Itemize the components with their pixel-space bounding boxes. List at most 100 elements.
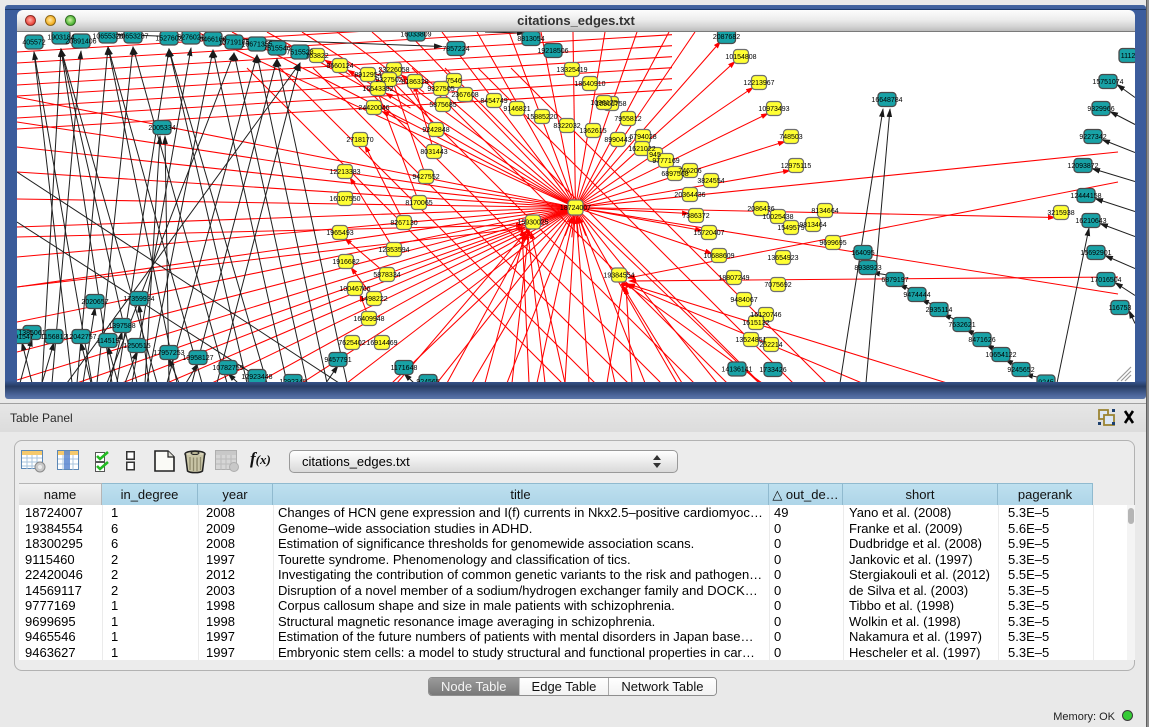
svg-text:6897568: 6897568	[661, 171, 688, 178]
svg-text:16107550: 16107550	[329, 196, 360, 203]
svg-text:16914469: 16914469	[366, 340, 397, 347]
svg-text:2020657: 2020657	[81, 299, 108, 306]
svg-text:1733426: 1733426	[759, 367, 786, 374]
svg-text:405572: 405572	[22, 40, 45, 47]
svg-text:1965493: 1965493	[326, 230, 353, 237]
svg-text:17359934: 17359934	[123, 296, 154, 303]
svg-text:19218506: 19218506	[537, 48, 568, 55]
svg-text:15751074: 15751074	[1092, 79, 1123, 86]
svg-text:14136141: 14136141	[721, 367, 752, 374]
svg-text:9813464: 9813464	[799, 222, 826, 229]
svg-text:2935114: 2935114	[926, 307, 953, 314]
svg-text:12923448: 12923448	[241, 374, 272, 381]
svg-text:9777169: 9777169	[652, 158, 679, 165]
svg-text:1362615: 1362615	[579, 128, 606, 135]
svg-text:18724007: 18724007	[560, 205, 591, 212]
svg-text:15692901: 15692901	[1080, 250, 1111, 257]
svg-text:10782759: 10782759	[212, 365, 243, 372]
svg-text:18807249: 18807249	[718, 275, 749, 282]
svg-text:5875685: 5875685	[429, 102, 456, 109]
svg-text:9227342: 9227342	[1079, 134, 1106, 141]
svg-text:9427552: 9427552	[412, 174, 439, 181]
svg-text:12444158: 12444158	[1070, 193, 1101, 200]
svg-text:7546: 7546	[446, 78, 462, 85]
svg-text:2087682: 2087682	[713, 34, 740, 41]
svg-text:16648784: 16648784	[871, 97, 902, 104]
svg-text:8134664: 8134664	[811, 208, 838, 215]
svg-text:13325419: 13325419	[556, 67, 587, 74]
svg-text:3824554: 3824554	[697, 178, 724, 185]
svg-text:12975115: 12975115	[781, 163, 812, 170]
svg-text:10688609: 10688609	[703, 253, 734, 260]
svg-text:8660124: 8660124	[326, 63, 353, 70]
svg-text:8322032: 8322032	[553, 123, 580, 130]
svg-text:8267130: 8267130	[390, 220, 417, 227]
svg-text:8186328: 8186328	[401, 79, 428, 86]
svg-text:164095: 164095	[851, 250, 874, 257]
svg-text:2367608: 2367608	[451, 92, 478, 99]
svg-text:1498222: 1498222	[360, 296, 387, 303]
svg-text:12213383: 12213383	[329, 169, 360, 176]
svg-text:116753: 116753	[1109, 305, 1132, 312]
svg-text:10154808: 10154808	[725, 54, 756, 61]
svg-text:252214: 252214	[759, 342, 782, 349]
svg-text:7386372: 7386372	[682, 213, 709, 220]
svg-text:8990443: 8990443	[604, 137, 631, 144]
svg-text:1615132: 1615132	[742, 320, 769, 327]
svg-text:9327502: 9327502	[375, 77, 402, 84]
svg-text:1096175: 1096175	[590, 100, 617, 107]
svg-text:1397588: 1397588	[108, 323, 135, 330]
svg-text:9457791: 9457791	[324, 357, 351, 364]
svg-text:7625402: 7625402	[338, 340, 365, 347]
svg-text:5878334: 5878334	[373, 272, 400, 279]
svg-text:391547: 391547	[17, 334, 34, 341]
svg-text:1250515: 1250515	[123, 343, 150, 350]
svg-text:2718170: 2718170	[346, 137, 373, 144]
svg-text:6794028: 6794028	[629, 134, 656, 141]
svg-text:20364436: 20364436	[674, 192, 705, 199]
svg-text:15930025: 15930025	[517, 220, 548, 227]
svg-text:1156812: 1156812	[41, 334, 68, 341]
svg-text:7955812: 7955812	[614, 116, 641, 123]
svg-text:16033809: 16033809	[400, 32, 431, 39]
svg-text:12353594: 12353594	[378, 247, 409, 254]
svg-text:23226058: 23226058	[378, 67, 409, 74]
svg-text:6879197: 6879197	[881, 277, 908, 284]
svg-text:16120746: 16120746	[750, 312, 781, 319]
svg-text:7075692: 7075692	[764, 282, 791, 289]
svg-text:8031443: 8031443	[420, 149, 447, 156]
svg-text:748503: 748503	[779, 134, 802, 141]
svg-text:7632621: 7632621	[948, 322, 975, 329]
svg-text:15885220: 15885220	[526, 114, 557, 121]
svg-text:8813054: 8813054	[517, 36, 544, 43]
svg-text:9699695: 9699695	[819, 240, 846, 247]
svg-text:3215938: 3215938	[1047, 210, 1074, 217]
svg-text:16409948: 16409948	[353, 316, 384, 323]
svg-text:7857224: 7857224	[442, 46, 469, 53]
svg-text:8938923: 8938923	[854, 265, 881, 272]
svg-text:8471626: 8471626	[968, 337, 995, 344]
svg-text:9242848: 9242848	[422, 127, 449, 134]
svg-text:1171648: 1171648	[391, 365, 418, 372]
svg-text:16543382: 16543382	[362, 86, 393, 93]
svg-text:10046766: 10046766	[339, 286, 370, 293]
svg-text:763822: 763822	[305, 53, 328, 60]
svg-text:1916682: 1916682	[332, 259, 359, 266]
svg-text:12042757: 12042757	[65, 334, 96, 341]
svg-text:114519: 114519	[97, 338, 120, 345]
svg-text:10654122: 10654122	[985, 352, 1016, 359]
svg-text:10025438: 10025438	[762, 214, 793, 221]
svg-text:13654923: 13654923	[767, 255, 798, 262]
svg-text:9245: 9245	[1038, 380, 1054, 383]
svg-text:24420046: 24420046	[358, 105, 389, 112]
svg-text:9329966: 9329966	[1087, 106, 1114, 113]
svg-text:9474444: 9474444	[903, 292, 930, 299]
svg-text:924565: 924565	[416, 379, 439, 382]
svg-text:10973493: 10973493	[758, 106, 789, 113]
svg-text:2005334: 2005334	[148, 125, 175, 132]
svg-text:15720407: 15720407	[693, 230, 724, 237]
svg-text:17016504: 17016504	[1090, 277, 1121, 284]
svg-text:19384554: 19384554	[603, 273, 634, 280]
svg-text:9484067: 9484067	[730, 297, 757, 304]
svg-text:12213967: 12213967	[743, 80, 774, 87]
